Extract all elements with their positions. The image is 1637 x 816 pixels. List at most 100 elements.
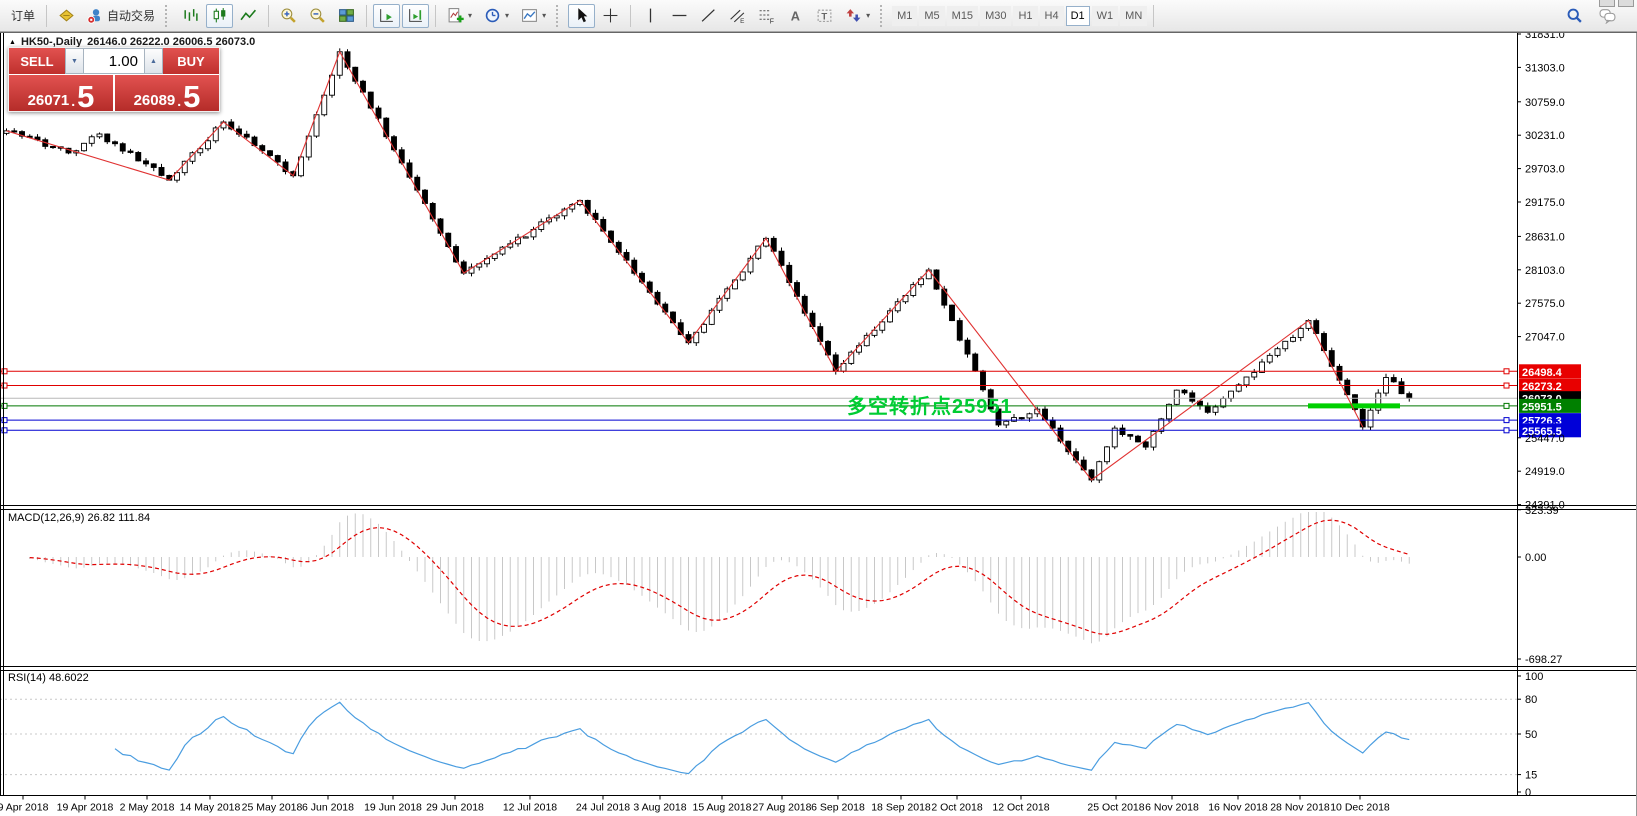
svg-text:80: 80 [1525,694,1537,706]
tab-timeframe-mn[interactable]: MN [1120,6,1147,26]
date-tick-label: 28 Nov 2018 [1270,802,1330,814]
tab-timeframe-h4[interactable]: H4 [1040,6,1064,26]
hline-handle[interactable] [2,428,7,433]
tab-timeframe-h1[interactable]: H1 [1013,6,1037,26]
hline-handle[interactable] [2,369,7,374]
tab-timeframe-m30[interactable]: M30 [980,6,1011,26]
chart-window: 26498.426273.226073.025951.525726.325565… [0,32,1637,816]
toolbar-grip[interactable] [165,5,170,27]
arrows-button[interactable]: ▾ [840,4,875,28]
templates-button[interactable]: ▾ [516,4,551,28]
date-tick-label: 2 May 2018 [120,802,175,814]
date-tick-label: 14 May 2018 [180,802,241,814]
chat-button[interactable] [1594,4,1621,28]
svg-text:27575.0: 27575.0 [1525,298,1565,310]
svg-text:0.00: 0.00 [1525,552,1546,564]
hline-handle[interactable] [2,383,7,388]
svg-text:323.39: 323.39 [1525,505,1559,517]
tab-timeframe-m15[interactable]: M15 [947,6,978,26]
hline-handle[interactable] [2,418,7,423]
buy-price-button[interactable]: 26089 . 5 [115,75,219,111]
horizontal-line-icon [671,7,688,24]
vertical-line-icon [642,7,659,24]
date-tick-label: 27 Aug 2018 [753,802,812,814]
hline-handle[interactable] [1504,428,1509,433]
hline-handle[interactable] [1504,369,1509,374]
svg-text:100: 100 [1525,671,1543,683]
hline-handle[interactable] [1504,383,1509,388]
horizontal-line-button[interactable] [666,4,693,28]
restore-button[interactable] [1618,0,1634,7]
buy-price-dot: . [177,93,181,109]
tile-windows-button[interactable] [333,4,360,28]
zigzag-line[interactable] [7,52,1363,480]
vertical-line-button[interactable] [637,4,664,28]
panel-borders [0,32,1637,816]
svg-text:F: F [770,18,774,24]
date-tick-label: 6 Jun 2018 [302,802,354,814]
sell-price-button[interactable]: 26071 . 5 [9,75,113,111]
equidistant-channel-button[interactable]: E [724,4,751,28]
text-label-button[interactable]: T [811,4,838,28]
minimize-button[interactable] [1599,0,1615,7]
svg-text:28103.0: 28103.0 [1525,265,1565,277]
trendline-button[interactable] [695,4,722,28]
chevron-up-icon: ▲ [150,58,157,65]
zoom-out-button[interactable] [304,4,331,28]
sell-price-fraction: 5 [77,84,94,109]
hline-handle[interactable] [1504,403,1509,408]
search-button[interactable] [1561,4,1588,28]
fibonacci-button[interactable]: F [753,4,780,28]
candlestick-chart-icon [211,7,228,24]
window-controls[interactable] [1599,0,1634,7]
periods-button[interactable]: ▾ [479,4,514,28]
svg-text:31831.0: 31831.0 [1525,32,1565,41]
volume-decrease-button[interactable]: ▼ [65,48,84,74]
candles-layer [4,48,1412,483]
sell-button[interactable]: SELL [9,48,65,74]
indicators-button[interactable]: ▾ [442,4,477,28]
buy-price-main: 26089 [134,92,176,109]
line-chart-icon [240,7,257,24]
toolbar-grip[interactable] [880,5,885,27]
text-label-icon: T [816,7,833,24]
buy-button[interactable]: BUY [163,48,219,74]
text-button[interactable]: A [782,4,809,28]
arrows-icon [845,7,862,24]
chart-canvas[interactable]: 26498.426273.226073.025951.525726.325565… [0,32,1637,816]
chart-shift-button[interactable] [402,4,429,28]
rsi-line [115,702,1409,773]
market-watch-icon [58,7,75,24]
zigzag-layer [7,52,1363,480]
tab-timeframe-m1[interactable]: M1 [892,6,917,26]
hline-handle[interactable] [1504,418,1509,423]
date-tick-label: 18 Sep 2018 [871,802,931,814]
line-chart-button[interactable] [235,4,262,28]
date-tick-label: 16 Nov 2018 [1208,802,1268,814]
zoom-in-button[interactable] [275,4,302,28]
autotrading-button[interactable]: 自动交易 [82,4,160,28]
auto-scroll-button[interactable] [373,4,400,28]
volume-increase-button[interactable]: ▲ [144,48,163,74]
bar-chart-button[interactable] [177,4,204,28]
cursor-button[interactable] [568,4,595,28]
new-order-button[interactable]: 订单 [6,4,40,28]
toolbar-right-group [1561,4,1631,28]
search-icon [1566,7,1583,24]
market-watch-button[interactable] [53,4,80,28]
volume-input[interactable]: 1.00 [84,48,144,74]
chart-shift-icon [407,7,424,24]
tab-timeframe-d1[interactable]: D1 [1066,6,1090,26]
candlestick-chart-button[interactable] [206,4,233,28]
svg-text:27047.0: 27047.0 [1525,332,1565,344]
toolbar-grip[interactable] [556,5,561,27]
one-click-trading-panel: SELL ▼ 1.00 ▲ BUY 26071 . 5 26089 . 5 [8,47,220,112]
tab-timeframe-m5[interactable]: M5 [919,6,944,26]
tab-timeframe-w1[interactable]: W1 [1092,6,1119,26]
chevron-down-icon: ▾ [542,11,546,20]
date-tick-label: 19 Apr 2018 [57,802,114,814]
price-axis: 31831.031303.030759.030231.029703.029175… [1517,32,1565,512]
crosshair-button[interactable] [597,4,624,28]
hline-handle[interactable] [2,403,7,408]
date-tick-label: 25 Oct 2018 [1087,802,1144,814]
